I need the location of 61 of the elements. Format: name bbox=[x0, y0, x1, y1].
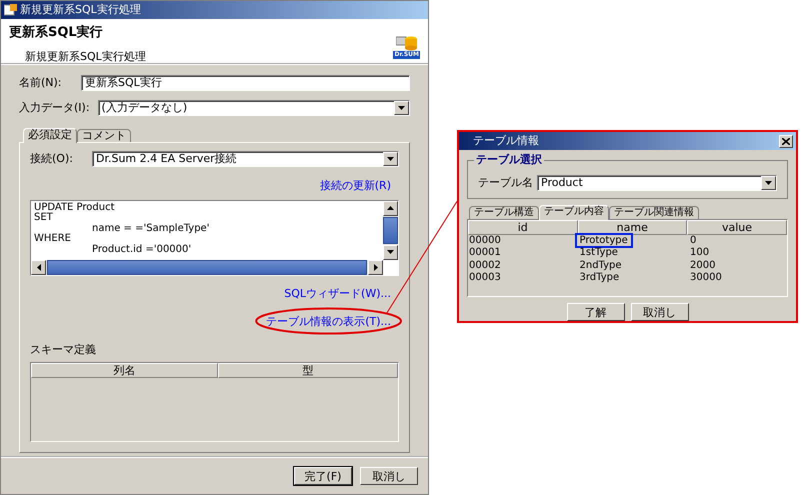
down-arrow-icon bbox=[765, 181, 772, 186]
horizontal-scrollbar[interactable] bbox=[31, 260, 383, 274]
field-label: 名前(N): bbox=[19, 75, 63, 91]
down-arrow-icon bbox=[398, 106, 405, 110]
dropdown-field[interactable]: Dr.Sum 2.4 EA Server接続 bbox=[92, 151, 399, 168]
button[interactable]: 取消し bbox=[630, 303, 688, 321]
dropdown-field[interactable]: Product bbox=[537, 175, 777, 192]
table-cell: 00001 bbox=[469, 247, 501, 258]
header-title: 更新系SQL実行 bbox=[9, 24, 104, 42]
tab[interactable]: テーブル構造 bbox=[469, 206, 539, 218]
code-line: WHERE bbox=[34, 234, 72, 244]
button[interactable]: 取消し bbox=[360, 467, 418, 485]
table-cell: 2000 bbox=[690, 260, 716, 270]
button[interactable]: 完了(F) bbox=[294, 467, 352, 485]
button[interactable]: 了解 bbox=[566, 303, 624, 321]
app-icon bbox=[4, 4, 17, 16]
column-header[interactable]: value bbox=[687, 220, 787, 234]
dropdown-field[interactable]: (入力データなし) bbox=[98, 100, 410, 116]
tab[interactable]: コメント bbox=[77, 129, 131, 142]
table-cell: 30000 bbox=[690, 272, 722, 283]
column-header[interactable]: name bbox=[578, 220, 687, 234]
tab[interactable]: 必須設定 bbox=[23, 128, 77, 143]
window-title: テーブル情報 bbox=[473, 132, 540, 149]
link[interactable]: SQLウィザード(W)... bbox=[284, 286, 391, 300]
field-label: テーブル名 bbox=[478, 175, 533, 191]
table-cell-text: 3rdType bbox=[578, 272, 620, 283]
table-cell: 00003 bbox=[469, 272, 501, 283]
vertical-scrollbar[interactable] bbox=[383, 200, 398, 260]
link[interactable]: テーブル情報の表示(T)... bbox=[266, 314, 391, 328]
code-line: SET bbox=[34, 213, 54, 224]
code-line: Product.id ='00000' bbox=[91, 244, 192, 255]
left-arrow-icon bbox=[36, 264, 40, 270]
column-header[interactable]: 型 bbox=[218, 363, 398, 378]
table-cell: 100 bbox=[690, 247, 710, 258]
refresh-link[interactable]: 接続の更新(R) bbox=[320, 178, 391, 192]
text-field[interactable]: 更新系SQL実行 bbox=[81, 75, 410, 92]
right-arrow-icon bbox=[374, 264, 378, 270]
down-arrow-icon bbox=[387, 157, 394, 162]
field-label: 接続(O): bbox=[30, 151, 74, 167]
table-cell-text: 1stType bbox=[578, 247, 619, 258]
close-button[interactable] bbox=[779, 134, 793, 148]
tab[interactable]: テーブル関連情報 bbox=[609, 206, 699, 218]
column-header[interactable]: 列名 bbox=[31, 363, 218, 378]
tab[interactable]: テーブル内容 bbox=[539, 204, 609, 220]
down-arrow-icon bbox=[387, 250, 394, 254]
database-icon bbox=[396, 35, 418, 51]
column-header[interactable]: id bbox=[468, 220, 578, 234]
table-cell-text: 2ndType bbox=[578, 260, 623, 270]
up-arrow-icon bbox=[387, 206, 394, 210]
window-title: 新規更新系SQL実行処理 bbox=[20, 2, 142, 18]
header-subtitle: 新規更新系SQL実行処理 bbox=[25, 48, 147, 64]
section-label: スキーマ定義 bbox=[30, 342, 97, 358]
table-cell: Prototype bbox=[576, 234, 631, 246]
field-label: 入力データ(I): bbox=[19, 100, 91, 116]
close-icon bbox=[782, 138, 790, 144]
sql-editor[interactable]: UPDATE Product SET name = ='SampleType' WHERE Product.id ='00000' bbox=[30, 200, 399, 276]
table-cell: 00002 bbox=[469, 260, 501, 270]
code-line: UPDATE Product bbox=[34, 202, 116, 212]
table-cell: 00000 bbox=[469, 234, 501, 246]
code-line: name = ='SampleType' bbox=[91, 224, 210, 234]
table-cell: 0 bbox=[690, 234, 696, 246]
